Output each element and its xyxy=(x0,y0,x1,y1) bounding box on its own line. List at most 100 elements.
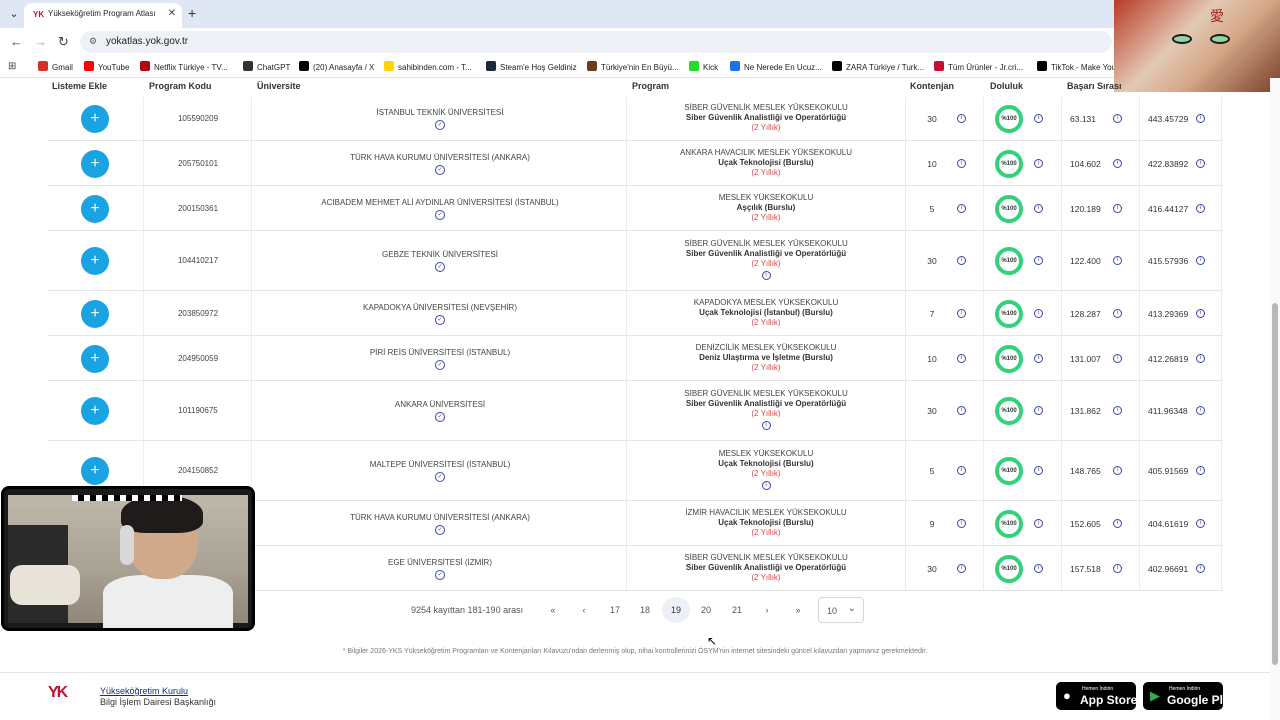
program-cell[interactable]: SİBER GÜVENLİK MESLEK YÜKSEKOKULU Siber G… xyxy=(628,239,904,280)
university-name[interactable]: GEBZE TEKNİK ÜNİVERSİTESİ xyxy=(382,250,498,259)
score-info-icon[interactable]: i xyxy=(1196,406,1205,415)
program-cell[interactable]: İZMİR HAVACILIK MESLEK YÜKSEKOKULU Uçak T… xyxy=(628,508,904,538)
university-cell[interactable]: TÜRK HAVA KURUMU ÜNİVERSİTESİ (ANKARA) ✓ xyxy=(254,153,626,175)
score-info-icon[interactable]: i xyxy=(1196,518,1205,528)
bookmark-item[interactable]: ZARA Türkiye / Turk... xyxy=(832,61,924,72)
add-to-list-button[interactable]: + xyxy=(81,299,109,328)
university-name[interactable]: KAPADOKYA ÜNİVERSİTESİ (NEVŞEHİR) xyxy=(363,303,517,312)
score-info-icon[interactable]: i xyxy=(1196,203,1205,213)
program-code[interactable]: 203850972 xyxy=(144,309,252,318)
quota-info-icon[interactable]: i xyxy=(957,466,966,475)
program-cell[interactable]: MESLEK YÜKSEKOKULU Aşçılık (Burslu) (2 Yıl… xyxy=(628,193,904,223)
google-play-button[interactable]: ▶ Hemen İndirin Google Play xyxy=(1143,682,1236,710)
page-20[interactable]: 20 xyxy=(696,605,716,615)
header-code[interactable]: Program Kodu xyxy=(149,81,212,91)
app-store-button[interactable]: ● Hemen İndirin App Store xyxy=(1056,682,1137,710)
university-name[interactable]: EGE ÜNİVERSİTESİ (İZMİR) xyxy=(388,558,492,567)
program-name[interactable]: Aşçılık (Burslu) xyxy=(628,203,904,213)
rank-info-icon[interactable]: i xyxy=(1113,406,1122,415)
rank-info-icon[interactable]: i xyxy=(1113,256,1122,265)
prev-page-icon[interactable]: ‹ xyxy=(574,605,594,615)
program-name[interactable]: Siber Güvenlik Analistliği ve Operatörlü… xyxy=(628,113,904,123)
table-row[interactable]: +104410217 GEBZE TEKNİK ÜNİVERSİTESİ ✓ SİBE… xyxy=(48,231,1222,291)
program-name[interactable]: Siber Güvenlik Analistliği ve Operatörlü… xyxy=(628,399,904,409)
bookmark-item[interactable]: TikTok - Make You xyxy=(1037,61,1116,72)
program-cell[interactable]: DENİZCİLİK MESLEK YÜKSEKOKULU Deniz Ulaşt… xyxy=(628,343,904,373)
university-name[interactable]: TÜRK HAVA KURUMU ÜNİVERSİTESİ (ANKARA) xyxy=(350,513,530,522)
site-info-icon[interactable]: ⚙ xyxy=(89,36,97,47)
university-cell[interactable]: PİRİ REİS ÜNİVERSİTESİ (İSTANBUL) ✓ xyxy=(254,348,626,370)
quota-info-icon[interactable]: i xyxy=(957,563,966,573)
quota-info-icon[interactable]: i xyxy=(957,114,966,123)
program-info-icon[interactable]: i xyxy=(761,481,771,490)
program-cell[interactable]: MESLEK YÜKSEKOKULU Uçak Teknolojisi (Burs… xyxy=(628,449,904,490)
university-cell[interactable]: EGE ÜNİVERSİTESİ (İZMİR) ✓ xyxy=(254,558,626,580)
program-cell[interactable]: KAPADOKYA MESLEK YÜKSEKOKULU Uçak Teknolo… xyxy=(628,298,904,328)
score-info-icon[interactable]: i xyxy=(1196,256,1205,265)
add-to-list-button[interactable]: + xyxy=(81,105,109,133)
header-university[interactable]: Üniversite xyxy=(257,81,301,91)
rank-info-icon[interactable]: i xyxy=(1113,353,1122,363)
add-to-list-button[interactable]: + xyxy=(81,397,109,425)
university-cell[interactable]: KAPADOKYA ÜNİVERSİTESİ (NEVŞEHİR) ✓ xyxy=(254,303,626,325)
forward-icon[interactable]: → xyxy=(34,35,47,49)
bookmark-item[interactable]: Türkiye'nin En Büyü... xyxy=(587,61,679,72)
fill-info-icon[interactable]: i xyxy=(1034,308,1043,318)
scrollbar-thumb[interactable] xyxy=(1272,303,1278,665)
add-to-list-button[interactable]: + xyxy=(81,149,109,178)
university-cell[interactable]: ACIBADEM MEHMET ALİ AYDINLAR ÜNİVERSİTES… xyxy=(254,198,626,220)
page-18[interactable]: 18 xyxy=(635,605,655,615)
new-tab-icon[interactable]: + xyxy=(188,5,196,21)
fill-info-icon[interactable]: i xyxy=(1034,466,1043,475)
program-name[interactable]: Siber Güvenlik Analistliği ve Operatörlü… xyxy=(628,249,904,259)
program-name[interactable]: Uçak Teknolojisi (Burslu) xyxy=(628,158,904,168)
score-info-icon[interactable]: i xyxy=(1196,466,1205,475)
program-code[interactable]: 204150852 xyxy=(144,466,252,475)
score-info-icon[interactable]: i xyxy=(1196,158,1205,168)
fill-info-icon[interactable]: i xyxy=(1034,203,1043,213)
header-program[interactable]: Program xyxy=(632,81,669,91)
fill-info-icon[interactable]: i xyxy=(1034,256,1043,265)
quota-info-icon[interactable]: i xyxy=(957,353,966,363)
score-info-icon[interactable]: i xyxy=(1196,114,1205,123)
university-cell[interactable]: ANKARA ÜNİVERSİTESİ ✓ xyxy=(254,400,626,422)
apps-grid-icon[interactable]: ⊞ xyxy=(8,61,16,72)
fill-info-icon[interactable]: i xyxy=(1034,114,1043,123)
university-cell[interactable]: TÜRK HAVA KURUMU ÜNİVERSİTESİ (ANKARA) ✓ xyxy=(254,513,626,535)
fill-info-icon[interactable]: i xyxy=(1034,406,1043,415)
page-size-select[interactable]: 10 ⌄ xyxy=(818,597,864,623)
close-tab-icon[interactable]: ✕ xyxy=(168,8,176,19)
program-cell[interactable]: SİBER GÜVENLİK MESLEK YÜKSEKOKULU Siber G… xyxy=(628,103,904,133)
program-code[interactable]: 205750101 xyxy=(144,159,252,168)
quota-info-icon[interactable]: i xyxy=(957,158,966,168)
next-page-icon[interactable]: › xyxy=(757,605,777,615)
program-code[interactable]: 101190675 xyxy=(144,406,252,415)
header-fill[interactable]: Doluluk xyxy=(990,81,1023,91)
university-cell[interactable]: İSTANBUL TEKNİK ÜNİVERSİTESİ ✓ xyxy=(254,108,626,130)
score-info-icon[interactable]: i xyxy=(1196,353,1205,363)
table-row[interactable]: +101190675 ANKARA ÜNİVERSİTESİ ✓ SİBER GÜVE… xyxy=(48,381,1222,441)
rank-info-icon[interactable]: i xyxy=(1113,308,1122,318)
add-to-list-button[interactable]: + xyxy=(81,247,109,275)
university-name[interactable]: ANKARA ÜNİVERSİTESİ xyxy=(395,400,485,409)
yok-logo[interactable]: YK xyxy=(48,684,92,708)
rank-info-icon[interactable]: i xyxy=(1113,114,1122,123)
university-cell[interactable]: GEBZE TEKNİK ÜNİVERSİTESİ ✓ xyxy=(254,250,626,272)
program-name[interactable]: Uçak Teknolojisi (İstanbul) (Burslu) xyxy=(628,308,904,318)
fill-info-icon[interactable]: i xyxy=(1034,563,1043,573)
table-row[interactable]: +204950059 PİRİ REİS ÜNİVERSİTESİ (İSTANB… xyxy=(48,336,1222,381)
header-quota[interactable]: Kontenjan xyxy=(910,81,954,91)
bookmark-item[interactable]: Netflix Türkiye - TV... xyxy=(140,61,228,72)
table-row[interactable]: +205750101 TÜRK HAVA KURUMU ÜNİVERSİTESİ … xyxy=(48,141,1222,186)
university-name[interactable]: PİRİ REİS ÜNİVERSİTESİ (İSTANBUL) xyxy=(370,348,510,357)
university-cell[interactable]: MALTEPE ÜNİVERSİTESİ (İSTANBUL) ✓ xyxy=(254,460,626,482)
fill-info-icon[interactable]: i xyxy=(1034,158,1043,168)
first-page-icon[interactable]: « xyxy=(543,605,563,615)
university-name[interactable]: ACIBADEM MEHMET ALİ AYDINLAR ÜNİVERSİTES… xyxy=(321,198,558,207)
program-cell[interactable]: ANKARA HAVACILIK MESLEK YÜKSEKOKULU Uçak … xyxy=(628,148,904,178)
program-name[interactable]: Uçak Teknolojisi (Burslu) xyxy=(628,459,904,469)
bookmark-item[interactable]: YouTube xyxy=(84,61,129,72)
page-21[interactable]: 21 xyxy=(727,605,747,615)
program-code[interactable]: 105590209 xyxy=(144,114,252,123)
quota-info-icon[interactable]: i xyxy=(957,256,966,265)
